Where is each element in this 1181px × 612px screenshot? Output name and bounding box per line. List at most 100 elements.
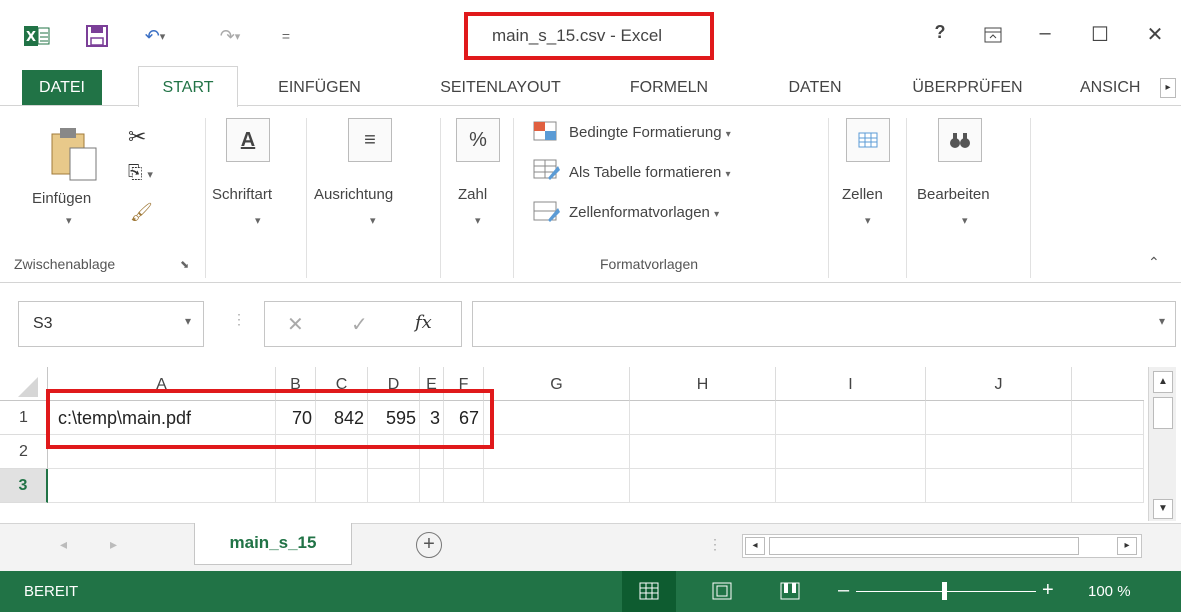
vertical-scrollbar[interactable]: ▲ ▼ xyxy=(1148,367,1176,521)
scroll-right-icon[interactable]: ▸ xyxy=(1117,537,1137,555)
editing-dropdown-icon[interactable]: ▾ xyxy=(962,214,968,227)
percent-icon[interactable]: % xyxy=(456,118,500,162)
row-header-3[interactable]: 3 xyxy=(0,469,48,503)
tab-ueberpruefen[interactable]: ÜBERPRÜFEN xyxy=(895,70,1040,106)
conditional-format-icon[interactable] xyxy=(532,120,562,144)
cell-b2[interactable] xyxy=(276,435,316,469)
row-header-2[interactable]: 2 xyxy=(0,435,48,469)
horizontal-scrollbar[interactable]: ◂ ▸ xyxy=(742,534,1142,558)
cell-i2[interactable] xyxy=(776,435,926,469)
select-all-corner[interactable] xyxy=(0,367,48,401)
tab-daten[interactable]: DATEN xyxy=(770,70,860,106)
row-header-1[interactable]: 1 xyxy=(0,401,48,435)
clipboard-launcher-icon[interactable]: ⬊ xyxy=(180,258,189,271)
paste-label[interactable]: Einfügen xyxy=(32,190,91,207)
font-dropdown-icon[interactable]: ▾ xyxy=(255,214,261,227)
alignment-dropdown-icon[interactable]: ▾ xyxy=(370,214,376,227)
cell-e2[interactable] xyxy=(420,435,444,469)
column-header-f[interactable]: F xyxy=(444,367,484,401)
name-box-dropdown-icon[interactable]: ▾ xyxy=(185,314,191,328)
expand-formula-icon[interactable]: ▾ xyxy=(1159,314,1165,328)
cell-i3[interactable] xyxy=(776,469,926,503)
column-header-h[interactable]: H xyxy=(630,367,776,401)
redo-icon[interactable]: ↷ ▾ xyxy=(205,22,255,50)
zoom-slider-thumb[interactable] xyxy=(942,582,947,600)
help-icon[interactable]: ? xyxy=(925,22,955,43)
cell-b1[interactable]: 70 xyxy=(276,401,316,435)
cut-icon[interactable]: ✂ xyxy=(128,124,146,150)
cells-icon[interactable] xyxy=(846,118,890,162)
paste-dropdown-icon[interactable]: ▾ xyxy=(66,214,72,227)
column-header-i[interactable]: I xyxy=(776,367,926,401)
tab-scroll-right-icon[interactable]: ▸ xyxy=(1160,78,1176,98)
cells-label[interactable]: Zellen xyxy=(842,186,883,203)
scroll-thumb[interactable] xyxy=(1153,397,1173,429)
zoom-out-icon[interactable]: – xyxy=(838,579,849,602)
undo-icon[interactable]: ↶ ▾ xyxy=(130,22,180,50)
conditional-format-label[interactable]: Bedingte Formatierung ▾ xyxy=(569,124,731,141)
cell-h1[interactable] xyxy=(630,401,776,435)
normal-view-button[interactable] xyxy=(622,571,676,612)
sheet-tab-main-s-15[interactable]: main_s_15 xyxy=(194,523,352,565)
add-sheet-icon[interactable]: + xyxy=(416,532,442,558)
cell-styles-icon[interactable] xyxy=(532,200,562,224)
maximize-button[interactable]: ☐ xyxy=(1085,22,1115,47)
scroll-down-icon[interactable]: ▼ xyxy=(1153,499,1173,519)
column-header-b[interactable]: B xyxy=(276,367,316,401)
close-button[interactable]: ✕ xyxy=(1140,22,1170,47)
cell-styles-label[interactable]: Zellenformatvorlagen ▾ xyxy=(569,204,719,221)
scroll-left-icon[interactable]: ◂ xyxy=(745,537,765,555)
scroll-up-icon[interactable]: ▲ xyxy=(1153,371,1173,393)
tab-datei[interactable]: DATEI xyxy=(22,70,102,106)
format-as-table-label[interactable]: Als Tabelle formatieren ▾ xyxy=(569,164,731,181)
cell-j2[interactable] xyxy=(926,435,1072,469)
alignment-icon[interactable]: ≡ xyxy=(348,118,392,162)
cell-d1[interactable]: 595 xyxy=(368,401,420,435)
cells-dropdown-icon[interactable]: ▾ xyxy=(865,214,871,227)
excel-icon[interactable]: X xyxy=(22,22,52,50)
cell-c1[interactable]: 842 xyxy=(316,401,368,435)
cell-a2[interactable] xyxy=(48,435,276,469)
column-header-j[interactable]: J xyxy=(926,367,1072,401)
font-icon[interactable]: A xyxy=(226,118,270,162)
tab-seitenlayout[interactable]: SEITENLAYOUT xyxy=(418,70,583,106)
alignment-label[interactable]: Ausrichtung xyxy=(314,186,393,203)
formula-bar-handle-icon[interactable]: ⋮ xyxy=(232,311,246,328)
editing-label[interactable]: Bearbeiten xyxy=(917,186,990,203)
column-header-c[interactable]: C xyxy=(316,367,368,401)
cell-k2[interactable] xyxy=(1072,435,1144,469)
cell-a3[interactable] xyxy=(48,469,276,503)
cell-d2[interactable] xyxy=(368,435,420,469)
cell-j1[interactable] xyxy=(926,401,1072,435)
tab-split-handle-icon[interactable]: ⋮ xyxy=(708,536,722,553)
minimize-button[interactable]: – xyxy=(1030,22,1060,45)
name-box[interactable]: S3 ▾ xyxy=(18,301,204,347)
tab-start[interactable]: START xyxy=(138,66,238,107)
cancel-icon[interactable]: ✕ xyxy=(287,312,304,337)
binoculars-icon[interactable] xyxy=(938,118,982,162)
cell-i1[interactable] xyxy=(776,401,926,435)
page-layout-view-icon[interactable] xyxy=(712,582,732,604)
cell-d3[interactable] xyxy=(368,469,420,503)
page-break-view-icon[interactable] xyxy=(780,582,800,604)
cell-f2[interactable] xyxy=(444,435,484,469)
save-icon[interactable] xyxy=(82,22,112,50)
collapse-ribbon-icon[interactable]: ⌃ xyxy=(1148,254,1160,271)
cell-g1[interactable] xyxy=(484,401,630,435)
cell-g3[interactable] xyxy=(484,469,630,503)
cell-a1[interactable]: c:\temp\main.pdf xyxy=(48,401,276,435)
cell-f1[interactable]: 67 xyxy=(444,401,484,435)
cell-c2[interactable] xyxy=(316,435,368,469)
paste-icon[interactable] xyxy=(50,126,100,186)
cell-e3[interactable] xyxy=(420,469,444,503)
format-painter-icon[interactable]: 🖌 xyxy=(130,202,153,223)
cell-j3[interactable] xyxy=(926,469,1072,503)
cell-g2[interactable] xyxy=(484,435,630,469)
prev-sheet-icon[interactable]: ◂ xyxy=(60,536,67,553)
insert-function-icon[interactable]: fx xyxy=(415,312,432,333)
cell-c3[interactable] xyxy=(316,469,368,503)
column-header-a[interactable]: A xyxy=(48,367,276,401)
copy-icon[interactable]: ⎘ ▾ xyxy=(128,162,153,183)
customize-qat-icon[interactable]: = xyxy=(276,22,296,50)
number-dropdown-icon[interactable]: ▾ xyxy=(475,214,481,227)
